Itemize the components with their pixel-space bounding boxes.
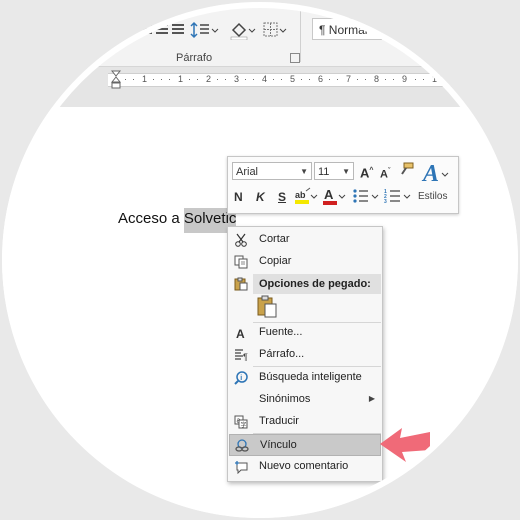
svg-text:A: A (236, 327, 245, 340)
ruler: · · 1 · · · 1 · · 2 · · 3 · · 4 · · 5 · · 6 · · 7… (108, 73, 520, 87)
shrink-font-icon[interactable]: Aˇ (380, 165, 390, 182)
italic-button[interactable]: K (256, 190, 265, 204)
indent-marker-icon[interactable] (110, 70, 122, 90)
svg-text:A: A (421, 161, 439, 185)
submenu-arrow-icon: ▶ (368, 394, 375, 403)
comment-icon (234, 460, 248, 475)
ruler-tick: 6 (318, 74, 324, 84)
ruler-tick: 5 (290, 74, 296, 84)
svg-text:3: 3 (384, 199, 387, 205)
align-buttons[interactable] (140, 22, 186, 38)
ruler-tick: 12 (492, 74, 503, 84)
menu-item-vinculo[interactable]: Vínculo (229, 434, 381, 456)
pointer-arrow-icon (378, 424, 432, 464)
copy-icon (234, 255, 248, 269)
menu-item-label: Fuente... (259, 326, 303, 338)
ruler-tick: 9 (402, 74, 408, 84)
smart-lookup-icon: i (234, 371, 248, 385)
menu-item-copiar[interactable]: Copiar (229, 251, 381, 273)
ruler-area: · · 1 · · · 1 · · 2 · · 3 · · 4 · · 5 · · 6 · · 7… (0, 67, 520, 107)
paste-options-header: Opciones de pegado: (253, 274, 381, 294)
menu-item-sinonimos[interactable]: Sinónimos ▶ (229, 389, 381, 411)
font-size-box[interactable]: 11 ▼ (314, 162, 354, 180)
style-normal[interactable]: ¶ Normal (312, 18, 382, 40)
font-name: Arial (236, 166, 259, 178)
svg-text:ab: ab (295, 190, 306, 200)
paragraph-group-label: Párrafo (176, 52, 213, 64)
menu-item-busqueda-inteligente[interactable]: i Búsqueda inteligente (229, 367, 381, 389)
keep-text-only-paste-icon[interactable] (257, 295, 279, 319)
translate-icon: a字 (234, 415, 248, 429)
paste-options-row (229, 273, 253, 295)
font-color-icon[interactable]: A (322, 187, 346, 210)
svg-text:A: A (324, 187, 334, 202)
bullets-icon[interactable] (352, 187, 380, 210)
menu-item-label: Traducir (259, 415, 299, 427)
menu-item-label: Párrafo... (259, 348, 305, 360)
menu-item-parrafo[interactable]: ¶ Párrafo... (229, 344, 381, 366)
text-before: Acceso a (118, 210, 184, 227)
font-icon: A (234, 326, 248, 341)
format-painter-icon[interactable] (398, 162, 414, 181)
ruler-tick: 3 (234, 74, 240, 84)
menu-item-fuente[interactable]: A Fuente... (229, 322, 381, 344)
highlighter-icon[interactable]: ab (294, 187, 318, 210)
bold-button[interactable]: N (234, 190, 243, 204)
ruler-tick: 2 (206, 74, 212, 84)
svg-text:i: i (240, 375, 242, 382)
menu-item-cortar[interactable]: Cortar (229, 229, 381, 251)
line-spacing-icon[interactable] (190, 20, 220, 40)
svg-text:字: 字 (241, 421, 247, 429)
shading-icon[interactable] (228, 20, 258, 41)
dialog-launcher-icon[interactable] (290, 53, 300, 63)
font-size: 11 (318, 166, 330, 178)
underline-button[interactable]: S (278, 190, 286, 204)
document-text[interactable]: Acceso a Solvetic (118, 208, 237, 233)
ruler-tick: 1 (142, 74, 148, 84)
menu-item-traducir[interactable]: a字 Traducir (229, 411, 381, 433)
chevron-down-icon: ▼ (300, 167, 308, 176)
styles-label: Estilos (418, 191, 448, 202)
menu-item-label: Copiar (259, 255, 292, 267)
link-icon (235, 439, 249, 453)
ruler-tick: 10 (432, 74, 443, 84)
paragraph-icon: ¶ (234, 348, 248, 362)
ruler-tick: 7 (346, 74, 352, 84)
styles-icon[interactable]: A (421, 159, 449, 188)
menu-item-nuevo-comentario[interactable]: Nuevo comentario (229, 456, 381, 478)
numbering-icon[interactable]: 123 (384, 187, 412, 210)
menu-item-label: Vínculo (260, 439, 297, 451)
mini-toolbar: Arial ▼ 11 ▼ A^ Aˇ A N K S ab A 123 Esti… (227, 156, 459, 214)
ruler-tick: 8 (374, 74, 380, 84)
ruler-tick: 4 (262, 74, 268, 84)
svg-text:¶: ¶ (243, 352, 248, 362)
menu-item-label: Nuevo comentario (259, 460, 349, 472)
ribbon-separator (300, 6, 301, 62)
ruler-tick: 11 (462, 74, 472, 84)
menu-item-label: Cortar (259, 233, 290, 245)
paste-icon (234, 277, 248, 291)
font-name-box[interactable]: Arial ▼ (232, 162, 312, 180)
context-menu: Cortar Copiar Opciones de pegado: A Fuen… (227, 226, 383, 482)
menu-item-label: Búsqueda inteligente (259, 371, 362, 383)
grow-font-icon[interactable]: A^ (360, 164, 373, 180)
scissors-icon (234, 233, 248, 247)
word-window: Párrafo ¶ Normal · · 1 · · · 1 · · 2 · · 3 · ·… (0, 0, 520, 520)
ruler-tick: 1 (178, 74, 184, 84)
ribbon: Párrafo ¶ Normal (0, 0, 520, 67)
borders-icon[interactable] (262, 20, 288, 40)
menu-item-label: Sinónimos (259, 393, 311, 405)
chevron-down-icon: ▼ (342, 167, 350, 176)
